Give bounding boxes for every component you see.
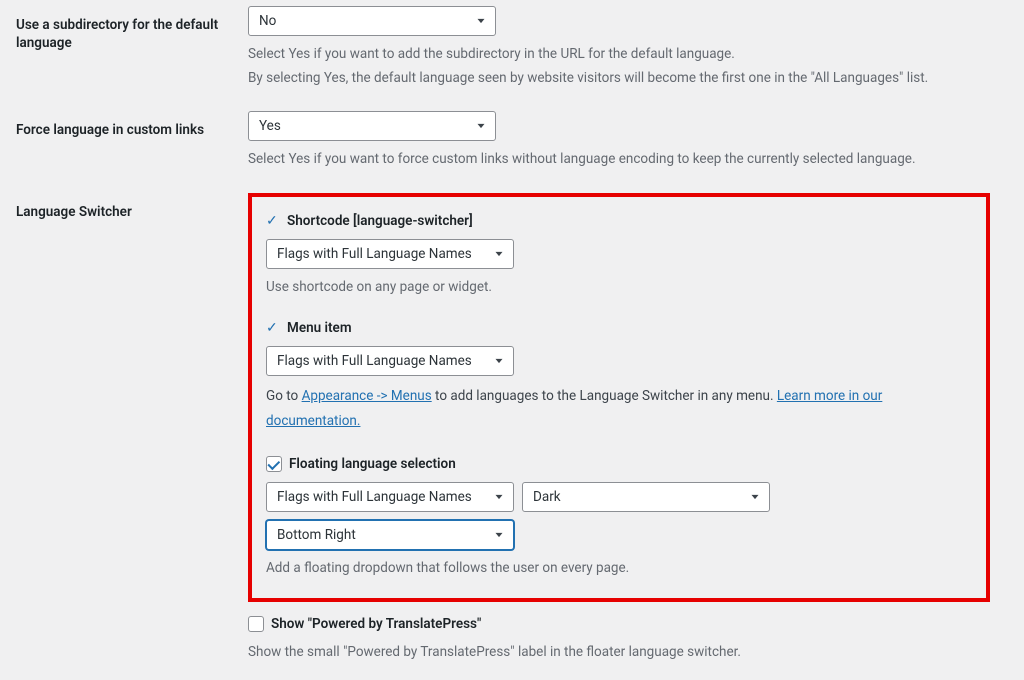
checkbox-powered-by[interactable] [248, 616, 264, 632]
checkbox-floating[interactable] [266, 456, 282, 472]
label-language-switcher: Language Switcher [16, 193, 248, 221]
select-force-language[interactable]: Yes [248, 111, 496, 141]
floating-header: Floating language selection [266, 456, 972, 472]
highlight-box: ✓ Shortcode [language-switcher] Flags wi… [248, 193, 990, 602]
label-subdirectory: Use a subdirectory for the default langu… [16, 6, 248, 52]
desc-menu-mid: to add languages to the Language Switche… [432, 388, 777, 404]
section-powered-by: Show "Powered by TranslatePress" Show th… [248, 616, 990, 664]
select-subdirectory[interactable]: No [248, 6, 496, 36]
desc-shortcode: Use shortcode on any page or widget. [266, 277, 972, 299]
select-floating-style[interactable]: Flags with Full Language Names [266, 482, 514, 512]
desc-powered: Show the small "Powered by TranslatePres… [248, 642, 990, 664]
powered-header: Show "Powered by TranslatePress" [248, 616, 990, 632]
floating-title: Floating language selection [289, 456, 456, 472]
row-language-switcher: Language Switcher ✓ Shortcode [language-… [16, 193, 1008, 664]
section-shortcode: ✓ Shortcode [language-switcher] Flags wi… [266, 213, 972, 299]
select-shortcode-style[interactable]: Flags with Full Language Names [266, 239, 514, 269]
field-language-switcher: ✓ Shortcode [language-switcher] Flags wi… [248, 193, 990, 664]
check-icon: ✓ [266, 214, 280, 228]
section-menu-item: ✓ Menu item Flags with Full Language Nam… [266, 320, 972, 434]
select-menu-style[interactable]: Flags with Full Language Names [266, 346, 514, 376]
desc-floating: Add a floating dropdown that follows the… [266, 558, 972, 580]
desc-force-language: Select Yes if you want to force custom l… [248, 149, 990, 171]
select-subdirectory-wrap: No [248, 6, 496, 36]
link-appearance-menus[interactable]: Appearance -> Menus [302, 388, 432, 404]
powered-title: Show "Powered by TranslatePress" [271, 616, 481, 632]
row-force-language: Force language in custom links Yes Selec… [16, 111, 1008, 171]
row-subdirectory: Use a subdirectory for the default langu… [16, 6, 1008, 89]
select-floating-position[interactable]: Bottom Right [266, 520, 514, 550]
field-force-language: Yes Select Yes if you want to force cust… [248, 111, 990, 171]
select-force-wrap: Yes [248, 111, 496, 141]
shortcode-header: ✓ Shortcode [language-switcher] [266, 213, 972, 229]
desc-menu: Go to Appearance -> Menus to add languag… [266, 384, 972, 434]
desc-subdirectory-1: Select Yes if you want to add the subdir… [248, 44, 990, 66]
menu-title: Menu item [287, 320, 352, 336]
desc-menu-prefix: Go to [266, 388, 302, 404]
shortcode-title: Shortcode [language-switcher] [287, 213, 473, 229]
field-subdirectory: No Select Yes if you want to add the sub… [248, 6, 990, 89]
check-icon: ✓ [266, 321, 280, 335]
desc-subdirectory-2: By selecting Yes, the default language s… [248, 68, 990, 90]
label-force-language: Force language in custom links [16, 111, 248, 139]
menu-header: ✓ Menu item [266, 320, 972, 336]
select-floating-theme[interactable]: Dark [522, 482, 770, 512]
section-floating: Floating language selection Flags with F… [266, 456, 972, 580]
